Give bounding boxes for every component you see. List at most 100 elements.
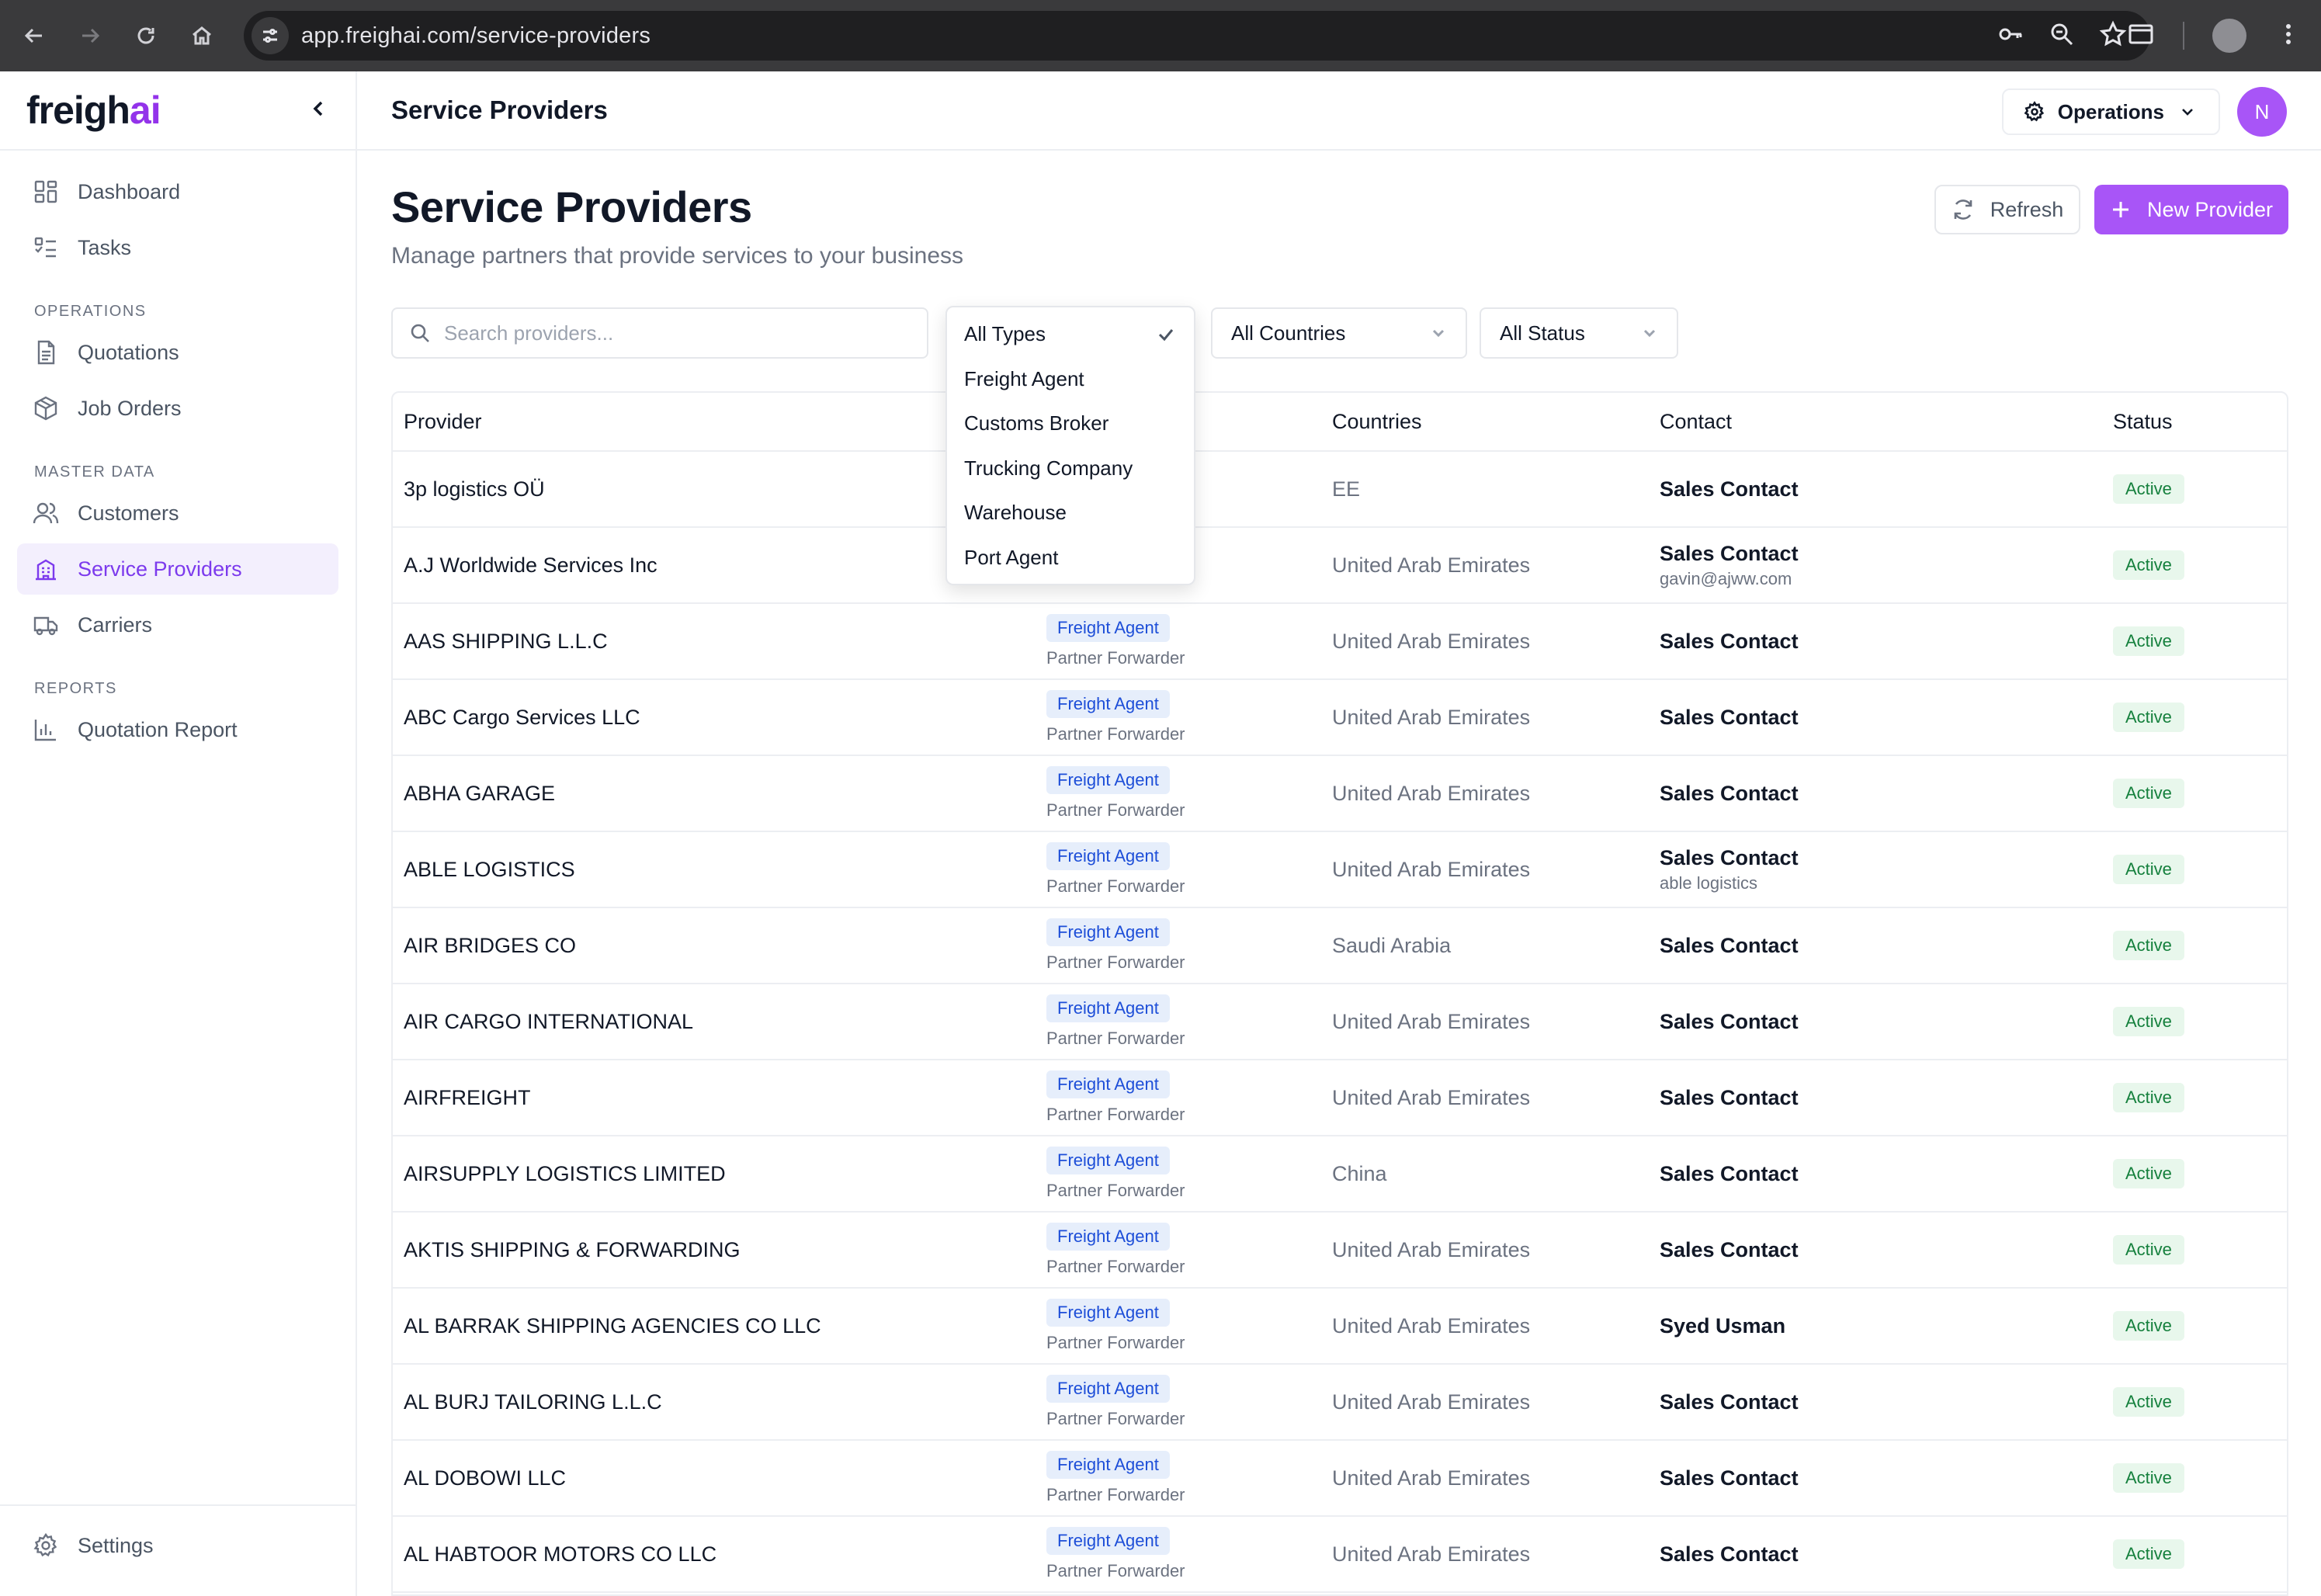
table-row[interactable]: AL BURJ TAILORING L.L.C Freight Agent Pa… [393,1365,2287,1441]
url-text[interactable]: app.freighai.com/service-providers [301,23,651,49]
provider-name[interactable]: AIRFREIGHT [404,1086,531,1110]
sidebar-item-label: Customers [78,501,179,525]
sidebar-item-carriers[interactable]: Carriers [17,599,338,651]
check-icon [1158,328,1174,341]
provider-type-badge: Freight Agent [1046,1147,1170,1174]
provider-name[interactable]: AL BARRAK SHIPPING AGENCIES CO LLC [404,1314,821,1338]
provider-name[interactable]: AL HABTOOR MOTORS CO LLC [404,1542,716,1567]
sidebar-item-quotations[interactable]: Quotations [17,327,338,378]
table-row[interactable]: AL BARRAK SHIPPING AGENCIES CO LLC Freig… [393,1289,2287,1365]
type-option-all-types[interactable]: All Types [947,312,1194,357]
column-header-countries[interactable]: Countries [1332,410,1422,434]
provider-name[interactable]: AIR BRIDGES CO [404,934,576,958]
table-row[interactable]: AL DOBOWI LLC Freight Agent Partner Forw… [393,1441,2287,1517]
bar-chart-icon [34,720,56,741]
table-row[interactable]: 3p logistics OÜ EE Sales Contact Active [393,452,2287,528]
contact-name: Sales Contact [1660,629,1799,653]
sidebar-item-settings[interactable]: Settings [17,1520,338,1571]
status-cell: Active [2113,855,2184,884]
collapse-sidebar-button[interactable] [309,99,329,123]
table-row[interactable]: AIR BRIDGES CO Freight Agent Partner For… [393,908,2287,984]
provider-name[interactable]: AL DOBOWI LLC [404,1466,566,1490]
provider-name[interactable]: ABC Cargo Services LLC [404,706,640,730]
search-input[interactable] [444,321,894,345]
type-option-label: Warehouse [964,501,1067,525]
sidebar-item-tasks[interactable]: Tasks [17,222,338,273]
provider-name[interactable]: AAS SHIPPING L.L.C [404,630,608,654]
plus-icon [2112,202,2128,217]
site-settings-icon[interactable] [252,17,289,54]
back-button[interactable] [12,14,56,57]
table-row[interactable]: ABC Cargo Services LLC Freight Agent Par… [393,680,2287,756]
provider-type-cell: Freight Agent Partner Forwarder [1046,1070,1185,1125]
user-avatar[interactable]: N [2237,87,2287,137]
type-option-trucking-company[interactable]: Trucking Company [947,446,1194,491]
bookmark-star-icon[interactable] [2099,20,2127,52]
forward-button[interactable] [68,14,112,57]
sidebar-item-dashboard[interactable]: Dashboard [17,166,338,217]
type-option-port-agent[interactable]: Port Agent [947,536,1194,581]
column-header-contact[interactable]: Contact [1660,410,1732,434]
table-row[interactable]: ABLE LOGISTICS Freight Agent Partner For… [393,832,2287,908]
provider-name[interactable]: AKTIS SHIPPING & FORWARDING [404,1238,741,1262]
sidebar-item-service-providers[interactable]: Service Providers [17,543,338,595]
table-row[interactable]: AKTIS SHIPPING & FORWARDING Freight Agen… [393,1213,2287,1289]
password-key-icon[interactable] [1997,20,2024,52]
type-option-label: Trucking Company [964,456,1133,480]
contact-cell: Sales Contact gavin@ajww.com [1660,542,1799,589]
provider-subtype: Partner Forwarder [1046,648,1185,668]
provider-type-badge: Freight Agent [1046,1070,1170,1098]
table-row[interactable]: AIR CARGO INTERNATIONAL Freight Agent Pa… [393,984,2287,1060]
type-option-warehouse[interactable]: Warehouse [947,491,1194,536]
table-row[interactable]: ABHA GARAGE Freight Agent Partner Forwar… [393,756,2287,832]
users-icon [33,502,59,524]
provider-country: United Arab Emirates [1332,553,1531,577]
sidebar-item-job-orders[interactable]: Job Orders [17,383,338,434]
zoom-icon[interactable] [2048,20,2076,52]
refresh-icon [1954,200,1972,220]
provider-type-cell: Freight Agent Partner Forwarder [1046,690,1185,744]
status-badge: Active [2113,1387,2184,1417]
column-header-status[interactable]: Status [2113,410,2173,434]
tasks-icon [34,237,56,258]
provider-name[interactable]: AIRSUPPLY LOGISTICS LIMITED [404,1162,726,1186]
table-row[interactable]: A.J Worldwide Services Inc United Arab E… [393,528,2287,604]
home-button[interactable] [180,14,224,57]
provider-type-cell: Freight Agent Partner Forwarder [1046,842,1185,897]
address-bar[interactable]: app.freighai.com/service-providers [244,11,2150,61]
table-row[interactable]: AAS SHIPPING L.L.C Freight Agent Partner… [393,604,2287,680]
brand-logo[interactable]: freighai [26,88,161,133]
type-option-customs-broker[interactable]: Customs Broker [947,401,1194,446]
provider-type-badge: Freight Agent [1046,1299,1170,1327]
sidebar-item-customers[interactable]: Customers [17,487,338,539]
provider-subtype: Partner Forwarder [1046,1485,1185,1504]
reload-button[interactable] [124,14,168,57]
new-provider-button[interactable]: New Provider [2094,185,2288,234]
provider-country: China [1332,1161,1387,1185]
table-row[interactable]: AL HABTOOR MOTORS CO LLC Freight Agent P… [393,1517,2287,1593]
column-header-provider[interactable]: Provider [404,410,482,434]
sidebar-item-quotation-report[interactable]: Quotation Report [17,704,338,755]
type-option-freight-agent[interactable]: Freight Agent [947,357,1194,402]
tab-search-icon[interactable] [2127,20,2155,52]
browser-profile-avatar[interactable] [2212,19,2246,53]
table-row[interactable]: AIRFREIGHT Freight Agent Partner Forward… [393,1060,2287,1136]
provider-name[interactable]: ABLE LOGISTICS [404,858,575,882]
countries-filter[interactable]: All Countries [1211,307,1467,359]
table-row[interactable]: AIRSUPPLY LOGISTICS LIMITED Freight Agen… [393,1136,2287,1213]
search-box[interactable] [391,307,928,359]
provider-name[interactable]: 3p logistics OÜ [404,477,545,501]
workspace-selector[interactable]: Operations [2001,88,2220,135]
status-filter[interactable]: All Status [1480,307,1678,359]
provider-type-badge: Freight Agent [1046,842,1170,870]
gear-icon [33,1532,57,1557]
contact-name: Sales Contact [1660,781,1799,805]
provider-name[interactable]: ABHA GARAGE [404,782,555,806]
table-body: 3p logistics OÜ EE Sales Contact Active … [393,452,2287,1593]
provider-name[interactable]: AL BURJ TAILORING L.L.C [404,1390,662,1414]
provider-name[interactable]: AIR CARGO INTERNATIONAL [404,1010,693,1034]
status-cell: Active [2113,1159,2184,1188]
refresh-button[interactable]: Refresh [1934,185,2080,234]
provider-name[interactable]: A.J Worldwide Services Inc [404,553,657,578]
browser-menu-icon[interactable] [2274,20,2302,52]
